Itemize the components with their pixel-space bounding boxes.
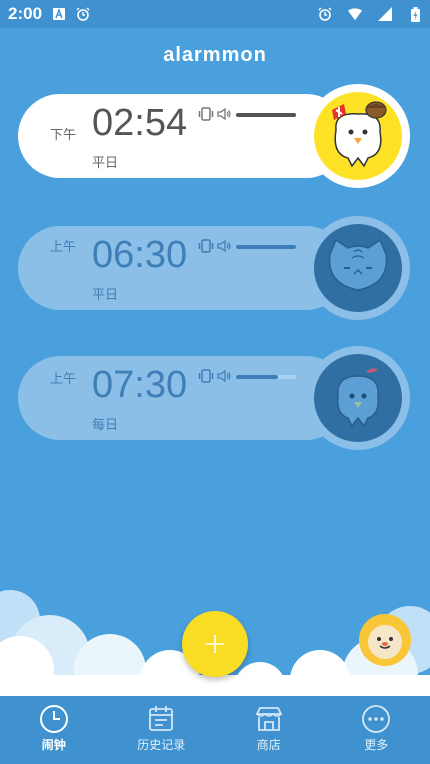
plus-icon [206,635,224,653]
alarm-notification-icon [76,7,90,21]
alarm-status-icon [318,7,332,21]
bottom-nav: 闹钟 历史记录 商店 更多 [0,696,430,764]
alarm-card[interactable]: 下午 02:54 平日 [18,84,410,188]
volume-icon [216,368,232,388]
alarm-character-badge[interactable] [306,216,410,320]
alarm-period: 上午 [50,240,77,255]
volume-slider-fill [236,375,278,379]
signal-icon [378,7,392,21]
calendar-icon [149,706,174,731]
volume-slider[interactable] [236,113,296,117]
vibrate-icon [198,368,214,388]
alarm-card[interactable]: 上午 07:30 每日 [18,346,410,450]
alarm-character-badge[interactable] [306,84,410,188]
volume-icon [216,238,232,258]
volume-icon [216,106,232,126]
alarm-time: 06:30 [92,234,188,276]
status-right-icons [308,6,422,22]
volume-slider-fill [236,113,296,117]
alarm-time: 07:30 [92,364,188,406]
vibrate-icon [198,238,214,258]
add-alarm-button[interactable] [182,611,248,677]
alarm-period: 上午 [50,372,77,387]
app-notification-icon [52,7,66,21]
volume-slider[interactable] [236,245,296,249]
alarm-character-badge[interactable] [306,346,410,450]
store-icon [255,707,283,731]
character-chick-acorn-icon [314,92,402,180]
more-icon [362,705,391,733]
volume-slider[interactable] [236,375,296,379]
nav-item-label: 历史记录 [137,738,186,752]
alarm-time: 02:54 [92,102,188,144]
nav-item-label: 更多 [364,738,389,752]
lion-mascot-icon [359,614,411,666]
wifi-icon [348,7,362,21]
vibrate-icon [198,106,214,126]
clock-icon [39,705,68,733]
character-cat-icon [314,224,402,312]
battery-icon [408,6,422,22]
app-logo: alarmmon [163,44,267,66]
alarm-repeat-days: 平日 [92,156,119,171]
nav-item-more[interactable]: 更多 [323,696,430,764]
nav-item-history[interactable]: 历史记录 [108,696,216,764]
nav-item-label: 商店 [256,738,281,752]
alarm-card[interactable]: 上午 06:30 平日 [18,216,410,320]
alarm-repeat-days: 每日 [92,418,119,433]
alarm-period: 下午 [50,128,77,143]
nav-item-store[interactable]: 商店 [215,696,323,764]
nav-item-alarm[interactable]: 闹钟 [0,696,108,764]
nav-item-label: 闹钟 [41,738,66,752]
status-bar: 2:00 [0,0,430,28]
character-chick-ribbon-icon [314,354,402,442]
alarm-repeat-days: 平日 [92,288,119,303]
volume-slider-fill [236,245,296,249]
status-time: 2:00 [8,4,43,23]
